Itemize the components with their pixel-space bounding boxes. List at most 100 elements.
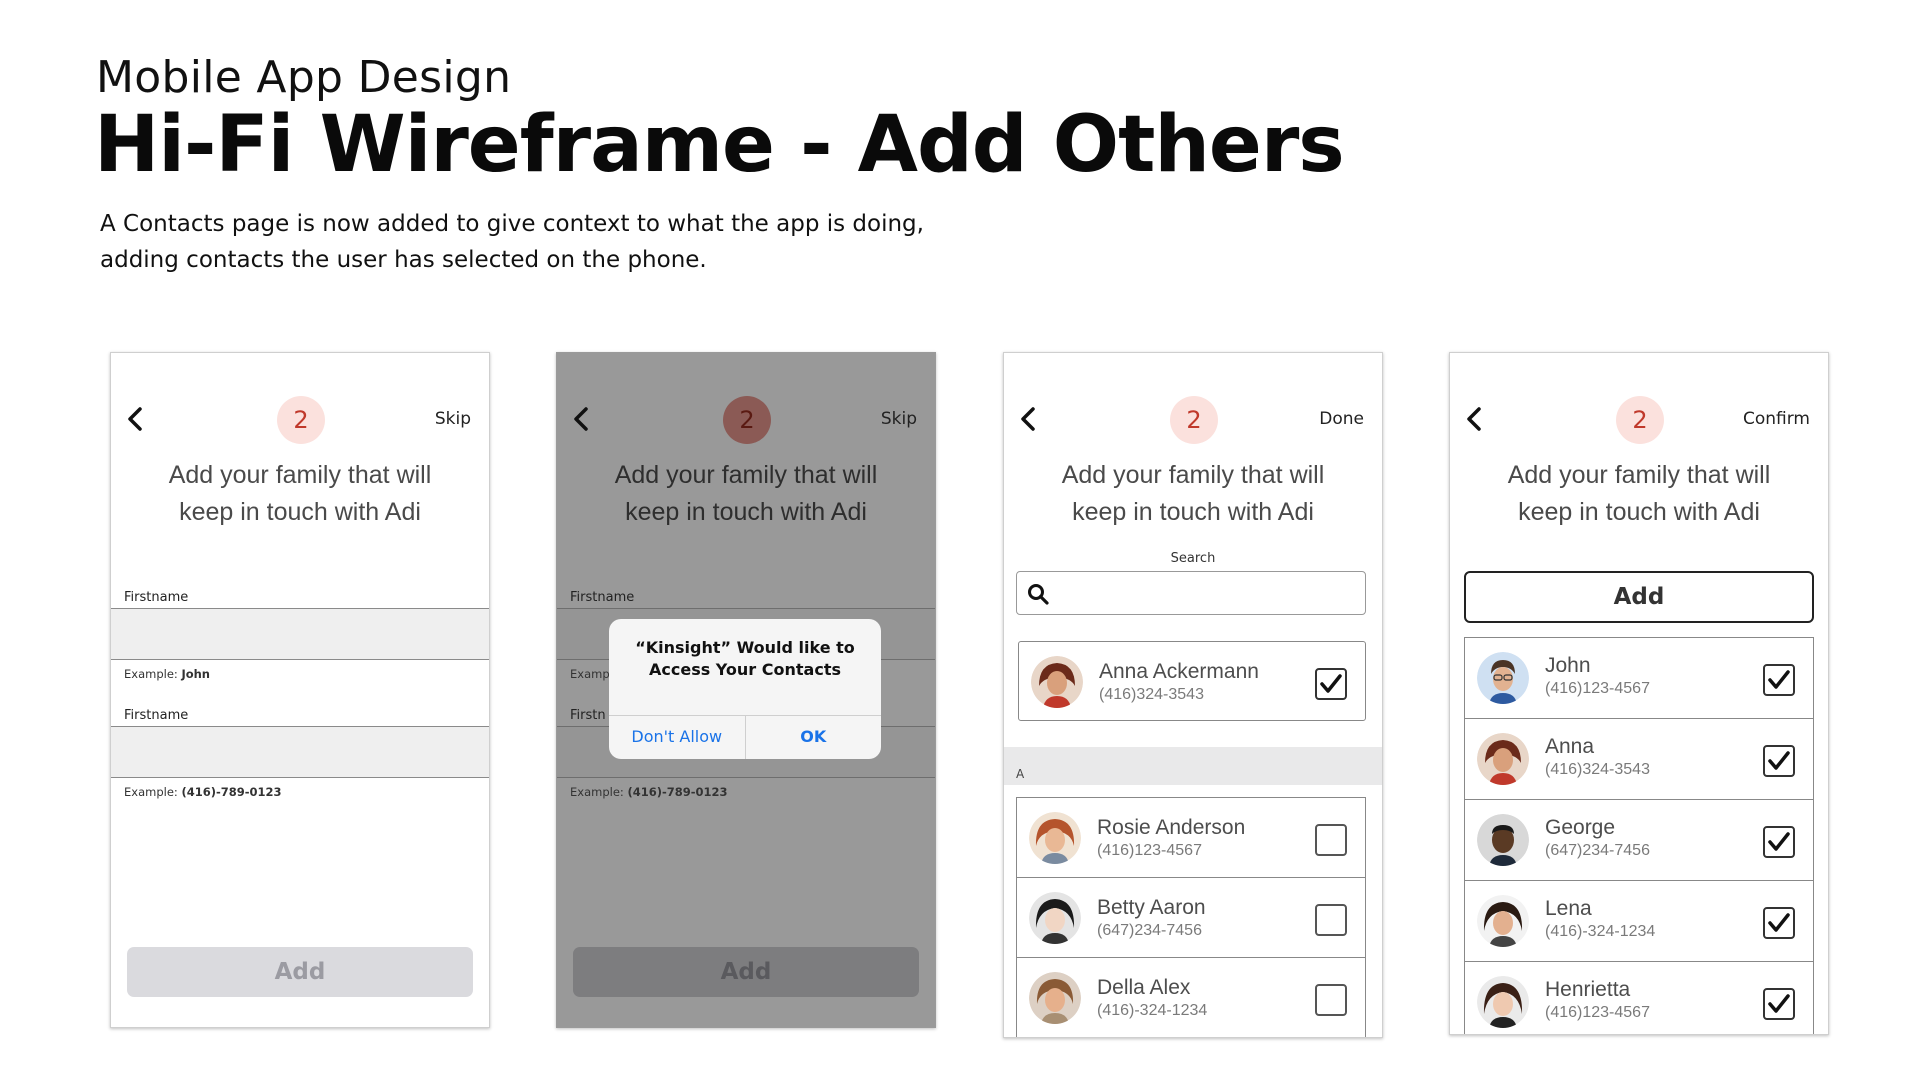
headline-line: keep in touch with Adi [1072,498,1314,526]
contact-name: Anna [1545,735,1595,758]
checkmark-icon [1768,670,1790,689]
screen-headline: Add your family that will keep in touch … [1004,457,1382,531]
selected-contact-card[interactable]: Anna Ackermann (416)324-3543 [1018,641,1366,721]
headline-line: keep in touch with Adi [1518,498,1760,526]
slide-title: Hi-Fi Wireframe - Add Others [94,100,1345,190]
contact-phone: (416)123-4567 [1545,1004,1650,1021]
dialog-message: “Kinsight” Would like to Access Your Con… [609,637,881,681]
step-badge: 2 [723,396,771,444]
screen-headline: Add your family that will keep in touch … [1450,457,1828,531]
contact-name: Henrietta [1545,978,1631,1001]
checkmark-icon [1768,994,1790,1013]
contact-row[interactable]: John (416)123-4567 [1465,638,1813,719]
skip-button[interactable]: Skip [881,409,917,429]
firstname-example: Example: John [124,667,210,681]
step-badge: 2 [277,396,325,444]
checkbox-unchecked[interactable] [1315,824,1347,856]
contact-row[interactable]: Lena (416)-324-1234 [1465,881,1813,962]
example-prefix: Example: [124,785,178,799]
screen-confirm-contacts: 2 Confirm Add your family that will keep… [1449,352,1829,1035]
back-arrow-icon[interactable] [1018,405,1040,433]
screen-headline: Add your family that will keep in touch … [557,457,935,531]
confirm-button[interactable]: Confirm [1743,409,1810,429]
checkmark-icon [1768,751,1790,770]
ok-button[interactable]: OK [744,716,882,759]
add-button-disabled[interactable]: Add [127,947,473,997]
contact-phone: (416)324-3543 [1545,761,1650,778]
contact-row[interactable]: Della Alex (416)-324-1234 [1016,957,1366,1037]
add-button[interactable]: Add [1464,571,1814,623]
contact-name: Rosie Anderson [1097,816,1246,839]
contact-row[interactable]: Betty Aaron (647)234-7456 [1016,877,1366,958]
step-badge: 2 [1616,396,1664,444]
contact-name: George [1545,816,1616,839]
screen-contact-search: 2 Done Add your family that will keep in… [1003,352,1383,1038]
headline-line: Add your family that will [1507,461,1771,489]
phone-field[interactable] [111,726,489,778]
woman-avatar-icon [1477,976,1529,1028]
screen-headline: Add your family that will keep in touch … [111,457,489,531]
firstname-field[interactable] [111,608,489,660]
dialog-line: Access Your Contacts [648,660,841,679]
permission-dialog: “Kinsight” Would like to Access Your Con… [609,619,881,759]
woman-avatar-icon [1029,972,1081,1024]
second-field-label: Firstn [570,708,606,723]
slide-description: A Contacts page is now added to give con… [100,211,924,273]
example-value: (416)-789-0123 [627,785,728,799]
contact-row[interactable]: Anna (416)324-3543 [1465,719,1813,800]
dont-allow-button[interactable]: Don't Allow [609,716,745,759]
checkbox-unchecked[interactable] [1315,904,1347,936]
second-field-label: Firstname [124,708,189,723]
skip-button[interactable]: Skip [435,409,471,429]
contact-name: Betty Aaron [1097,896,1206,919]
slide-subtitle: Mobile App Design [96,52,512,103]
screen-add-family-form: 2 Skip Add your family that will keep in… [110,352,490,1028]
checkbox-checked[interactable] [1763,988,1795,1020]
contact-name: Anna Ackermann [1099,660,1259,683]
headline-line: keep in touch with Adi [625,498,867,526]
contact-phone: (416)-324-1234 [1545,923,1656,940]
checkbox-checked[interactable] [1763,664,1795,696]
checkbox-checked[interactable] [1763,907,1795,939]
checkbox-checked[interactable] [1763,826,1795,858]
contact-row[interactable]: Henrietta (416)123-4567 [1465,962,1813,1034]
woman-avatar-icon [1029,892,1081,944]
section-letter: A [1016,767,1025,781]
man-avatar-icon [1477,814,1529,866]
checkmark-icon [1320,674,1342,693]
search-box[interactable] [1016,571,1366,615]
contact-row[interactable]: George (647)234-7456 [1465,800,1813,881]
contact-phone: (647)234-7456 [1097,922,1202,939]
done-button[interactable]: Done [1319,409,1364,429]
back-arrow-icon[interactable] [571,405,593,433]
back-arrow-icon[interactable] [1464,405,1486,433]
example-value: John [181,667,210,681]
dialog-line: “Kinsight” Would like to [635,638,855,657]
woman-avatar-icon [1477,895,1529,947]
example-value: (416)-789-0123 [181,785,282,799]
headline-line: Add your family that will [168,461,432,489]
contact-name: Della Alex [1097,976,1191,999]
selected-contacts-list: John (416)123-4567 Anna (416)324-3543 Ge… [1464,637,1814,1034]
checkbox-checked[interactable] [1315,668,1347,700]
headline-line: Add your family that will [1061,461,1325,489]
add-button-disabled: Add [573,947,919,997]
step-badge: 2 [1170,396,1218,444]
checkmark-icon [1768,913,1790,932]
back-arrow-icon[interactable] [125,405,147,433]
headline-line: Add your family that will [614,461,878,489]
search-icon [1028,584,1049,605]
checkbox-unchecked[interactable] [1315,984,1347,1016]
contact-phone: (416)-324-1234 [1097,1002,1208,1019]
contact-row[interactable]: Rosie Anderson (416)123-4567 [1016,797,1366,878]
man-avatar-icon [1477,652,1529,704]
phone-example: Example: (416)-789-0123 [124,785,282,799]
firstname-label: Firstname [124,590,189,605]
checkbox-checked[interactable] [1763,745,1795,777]
section-header: A [1004,747,1382,785]
example-prefix: Example: [124,667,178,681]
contact-phone: (416)324-3543 [1099,686,1204,703]
contact-phone: (416)123-4567 [1545,680,1650,697]
contact-name: Lena [1545,897,1592,920]
search-input[interactable] [1057,578,1357,608]
